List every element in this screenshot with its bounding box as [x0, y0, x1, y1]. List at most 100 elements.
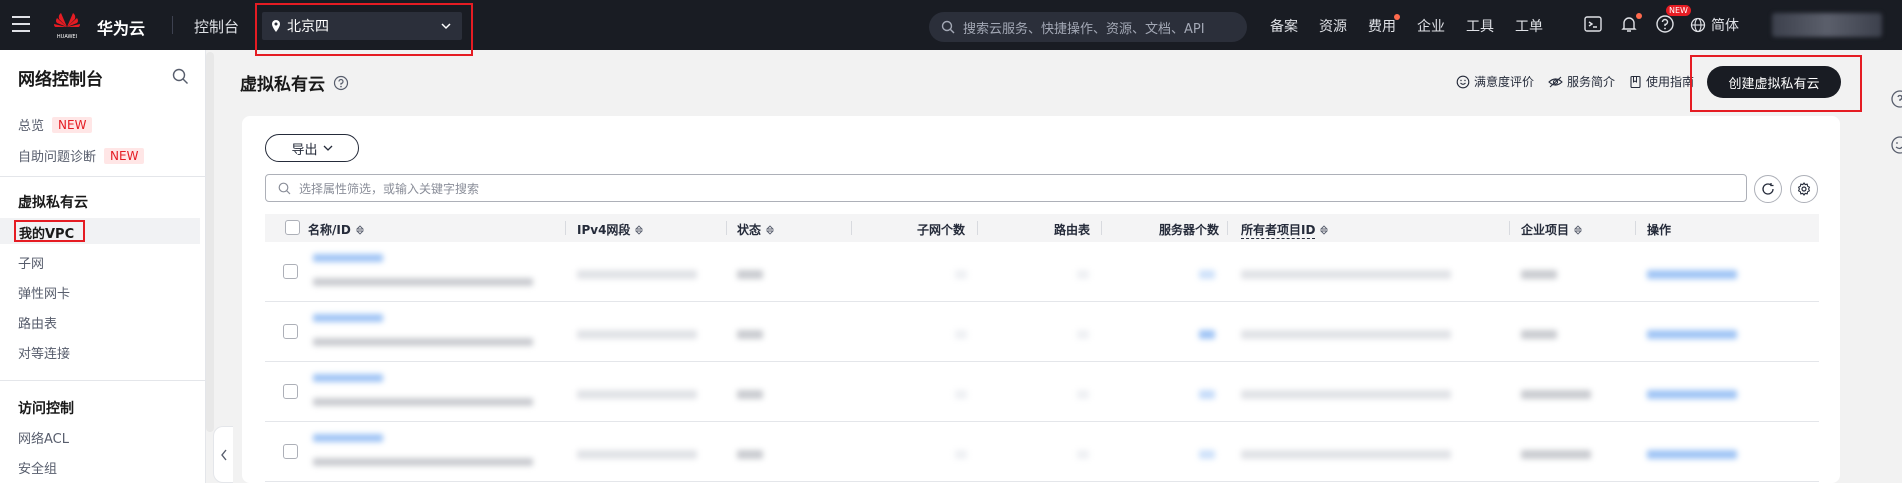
new-badge: NEW — [104, 147, 145, 164]
vpc-name-link[interactable] — [313, 374, 383, 382]
sidebar-item-label: 总览 — [18, 119, 45, 134]
huawei-logo[interactable]: HUAWEI — [50, 9, 84, 41]
top-navbar: HUAWEI 华为云 控制台 北京四 搜索云服务、快捷操作、资源、文档、API … — [0, 0, 1902, 56]
nav-link-filing[interactable]: 备案 — [1270, 16, 1298, 36]
server-count-link[interactable] — [1199, 330, 1215, 339]
ipv4-cidr-text — [577, 390, 697, 399]
sidebar-item-route-table[interactable]: 路由表 — [18, 313, 57, 332]
nav-link-tools[interactable]: 工具 — [1466, 16, 1494, 36]
row-actions-links[interactable] — [1647, 270, 1737, 279]
globe-icon — [1690, 17, 1706, 33]
sidebar-collapse-handle[interactable] — [213, 426, 233, 483]
route-table-text — [1077, 270, 1089, 279]
sort-icon — [1320, 225, 1329, 235]
sidebar-item-eni[interactable]: 弹性网卡 — [18, 283, 70, 302]
cloud-shell-icon[interactable] — [1583, 14, 1605, 36]
column-header-label: 状态 — [737, 223, 762, 237]
column-divider — [977, 221, 978, 235]
column-header-name[interactable]: 名称/ID — [308, 221, 364, 238]
column-header-enterprise-project[interactable]: 企业项目 — [1521, 221, 1583, 238]
brand-name[interactable]: 华为云 — [97, 15, 145, 39]
row-actions-links[interactable] — [1647, 450, 1737, 459]
chevron-down-icon — [323, 145, 332, 151]
filter-search-input[interactable]: 选择属性筛选，或输入关键字搜索 — [265, 174, 1747, 202]
vpc-id-text — [313, 398, 533, 406]
header-links: 满意度评价 服务简介 使用指南 — [1456, 73, 1708, 90]
table-row[interactable] — [265, 242, 1819, 302]
column-divider — [1101, 221, 1102, 235]
server-count-link[interactable] — [1199, 450, 1215, 459]
table-row[interactable] — [265, 302, 1819, 362]
search-icon[interactable] — [172, 68, 189, 85]
bell-icon[interactable] — [1619, 13, 1642, 36]
row-checkbox[interactable] — [283, 264, 298, 279]
console-link[interactable]: 控制台 — [194, 16, 239, 37]
sidebar-item-label: 弹性网卡 — [18, 287, 71, 302]
sidebar-item-security-group[interactable]: 安全组 — [18, 458, 57, 477]
filter-placeholder: 选择属性筛选，或输入关键字搜索 — [299, 181, 480, 196]
nav-link-tickets[interactable]: 工单 — [1515, 16, 1543, 36]
server-count-link[interactable] — [1199, 390, 1215, 399]
vpc-id-text — [313, 278, 533, 286]
settings-button[interactable] — [1790, 175, 1818, 203]
column-divider — [1509, 221, 1510, 235]
column-header-route-table: 路由表 — [1054, 223, 1091, 237]
enterprise-project-text — [1521, 270, 1557, 279]
sidebar-item-subnet[interactable]: 子网 — [18, 253, 44, 272]
refresh-button[interactable] — [1754, 175, 1782, 203]
status-text — [737, 450, 763, 459]
column-header-ipv4[interactable]: IPv4网段 — [577, 221, 644, 238]
satisfaction-link[interactable]: 满意度评价 — [1456, 73, 1534, 90]
nav-link-resources[interactable]: 资源 — [1319, 16, 1347, 36]
enterprise-project-text — [1521, 330, 1557, 339]
row-checkbox[interactable] — [283, 324, 298, 339]
service-intro-link[interactable]: 服务简介 — [1548, 73, 1615, 90]
table-row[interactable] — [265, 422, 1819, 482]
sidebar-group-vpc[interactable]: 虚拟私有云 — [18, 192, 88, 212]
vpc-name-link[interactable] — [313, 434, 383, 442]
sidebar-scrollbar[interactable] — [206, 52, 214, 432]
server-count-link[interactable] — [1199, 270, 1215, 279]
sidebar-group-access[interactable]: 访问控制 — [18, 398, 74, 418]
select-all-checkbox[interactable] — [285, 220, 300, 235]
user-account-menu[interactable] — [1772, 13, 1882, 37]
page-title: 虚拟私有云 — [240, 70, 349, 95]
gear-icon — [1797, 182, 1811, 196]
column-header-server-count: 服务器个数 — [1159, 223, 1220, 237]
sidebar-item-diagnose[interactable]: 自助问题诊断 NEW — [18, 146, 145, 165]
language-switcher[interactable]: 简体 — [1690, 15, 1739, 35]
vpc-id-text — [313, 458, 533, 466]
sidebar-item-peering[interactable]: 对等连接 — [18, 343, 70, 362]
row-checkbox[interactable] — [283, 444, 298, 459]
help-icon[interactable] — [1888, 90, 1902, 108]
owner-project-id-text — [1241, 390, 1451, 399]
column-header-status[interactable]: 状态 — [737, 221, 775, 238]
menu-icon[interactable] — [12, 16, 30, 32]
sidebar: 网络控制台 总览 NEW 自助问题诊断 NEW 虚拟私有云 我的VPC 子网 弹… — [0, 50, 206, 483]
export-button[interactable]: 导出 — [265, 134, 359, 162]
help-icon[interactable] — [333, 75, 349, 91]
sidebar-item-acl[interactable]: 网络ACL — [18, 428, 69, 447]
create-vpc-button[interactable]: 创建虚拟私有云 — [1707, 66, 1841, 98]
row-checkbox[interactable] — [283, 384, 298, 399]
nav-link-enterprise[interactable]: 企业 — [1417, 16, 1445, 36]
table-row[interactable] — [265, 362, 1819, 422]
vpc-id-text — [313, 338, 533, 346]
top-nav-links: 备案 资源 费用 企业 工具 工单 — [1270, 14, 1564, 36]
sidebar-item-overview[interactable]: 总览 NEW — [18, 115, 93, 134]
global-search-input[interactable]: 搜索云服务、快捷操作、资源、文档、API — [929, 12, 1247, 42]
column-header-label: 名称/ID — [308, 223, 351, 237]
row-actions-links[interactable] — [1647, 390, 1737, 399]
column-header-label: 所有者项目ID — [1241, 223, 1316, 239]
usage-guide-link[interactable]: 使用指南 — [1629, 73, 1694, 90]
vpc-name-link[interactable] — [313, 314, 383, 322]
new-badge: NEW — [52, 116, 93, 133]
nav-link-billing[interactable]: 费用 — [1368, 14, 1400, 36]
enterprise-project-text — [1521, 390, 1591, 399]
help-center-icon[interactable]: NEW — [1655, 5, 1691, 36]
vpc-name-link[interactable] — [313, 254, 383, 262]
smile-icon[interactable] — [1888, 136, 1902, 154]
subnet-count-text — [955, 330, 967, 339]
row-actions-links[interactable] — [1647, 330, 1737, 339]
column-header-owner-project[interactable]: 所有者项目ID — [1241, 221, 1329, 239]
